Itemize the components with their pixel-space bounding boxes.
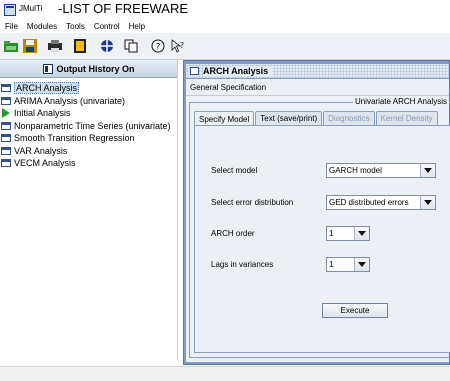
error-distribution-dropdown[interactable]: GED distributed errors	[326, 195, 436, 210]
history-item-arch[interactable]: ARCH Analysis	[0, 82, 177, 95]
window-icon	[1, 146, 11, 155]
chevron-down-icon	[420, 196, 435, 209]
menu-file[interactable]: File	[5, 22, 18, 31]
window-title-bar[interactable]: ARCH Analysis	[186, 64, 449, 78]
window-icon	[1, 121, 11, 130]
window-title: ARCH Analysis	[203, 66, 273, 76]
window-icon	[190, 67, 199, 75]
svg-text:?: ?	[156, 43, 161, 53]
history-item-label: ARCH Analysis	[14, 82, 80, 95]
toolbar: ? ?	[0, 33, 450, 60]
window-icon	[1, 134, 11, 143]
output-history-title: Output History On	[56, 63, 135, 74]
chevron-down-icon	[354, 227, 369, 240]
arch-order-value: 1	[329, 229, 334, 238]
help-icon[interactable]: ?	[150, 38, 166, 54]
history-item-label: ARIMA Analysis (univariate)	[14, 95, 126, 106]
history-item-label: Smooth Transition Regression	[14, 133, 135, 144]
window-icon	[1, 84, 11, 93]
tab-text-save-print[interactable]: Text (save/print)	[255, 111, 323, 125]
window-body: General Specification Univariate ARCH An…	[186, 79, 450, 362]
execute-button[interactable]: Execute	[322, 303, 388, 318]
tab-kernel-density[interactable]: Kernel Density	[375, 111, 438, 125]
select-model-label: Select model	[211, 166, 258, 175]
history-item-nonparametric[interactable]: Nonparametric Time Series (univariate)	[0, 120, 177, 133]
history-item-label: Nonparametric Time Series (univariate)	[14, 120, 171, 131]
history-item-label: VECM Analysis	[14, 158, 76, 169]
lags-in-variances-label: Lags in variances	[211, 260, 274, 269]
menu-tools[interactable]: Tools	[66, 22, 85, 31]
history-item-vecm[interactable]: VECM Analysis	[0, 157, 177, 170]
status-strip	[0, 366, 450, 381]
error-distribution-label: Select error distribution	[211, 198, 294, 207]
menu-modules[interactable]: Modules	[27, 22, 57, 31]
divider	[186, 95, 449, 96]
history-item-str[interactable]: Smooth Transition Regression	[0, 132, 177, 145]
svg-text:?: ?	[180, 41, 184, 50]
play-icon	[2, 108, 10, 119]
error-distribution-value: GED distributed errors	[329, 198, 409, 207]
context-help-icon[interactable]: ?	[170, 38, 186, 54]
history-item-initial[interactable]: Initial Analysis	[0, 107, 177, 120]
history-item-arima[interactable]: ARIMA Analysis (univariate)	[0, 95, 177, 108]
arch-order-label: ARCH order	[211, 229, 255, 238]
window-icon	[1, 159, 11, 168]
open-folder-icon[interactable]	[3, 38, 19, 54]
clear-icon[interactable]	[72, 38, 88, 54]
globe-icon[interactable]	[99, 38, 115, 54]
history-item-label: VAR Analysis	[14, 145, 68, 156]
app-name: JMulTi	[19, 4, 43, 13]
menu-bar: File Modules Tools Control Help	[0, 19, 450, 33]
output-history-panel: Output History On ARCH Analysis ARIMA An…	[0, 60, 178, 360]
tab-diagnostics[interactable]: Diagnostics	[323, 111, 375, 125]
general-specification-label: General Specification	[190, 83, 267, 92]
arch-order-dropdown[interactable]: 1	[326, 226, 370, 241]
caption-bar: JMulTi -LIST OF FREEWARE	[0, 0, 450, 19]
lags-in-variances-value: 1	[329, 260, 334, 269]
tab-bar: Specify Model Text (save/print) Diagnost…	[194, 111, 439, 126]
menu-help[interactable]: Help	[129, 22, 145, 31]
menu-control[interactable]: Control	[94, 22, 120, 31]
arch-analysis-window: ARCH Analysis General Specification Univ…	[183, 60, 450, 365]
tab-specify-model[interactable]: Specify Model	[194, 111, 255, 126]
app-window-icon	[4, 4, 16, 16]
history-item-var[interactable]: VAR Analysis	[0, 145, 177, 158]
lags-in-variances-dropdown[interactable]: 1	[326, 257, 370, 272]
output-history-header[interactable]: Output History On	[0, 60, 177, 78]
chevron-down-icon	[420, 164, 435, 177]
history-item-label: Initial Analysis	[14, 108, 71, 119]
chevron-down-icon	[354, 258, 369, 271]
history-toggle-icon	[42, 63, 53, 74]
copy-icon[interactable]	[123, 38, 139, 54]
specify-model-panel: Select model GARCH model Select error di…	[194, 125, 450, 353]
window-icon	[1, 96, 11, 105]
group-title: Univariate ARCH Analysis	[352, 97, 449, 106]
save-icon[interactable]	[22, 38, 38, 54]
print-icon[interactable]	[47, 38, 63, 54]
caption-title: -LIST OF FREEWARE	[58, 1, 189, 16]
history-list: ARCH Analysis ARIMA Analysis (univariate…	[0, 82, 177, 170]
select-model-value: GARCH model	[329, 166, 382, 175]
select-model-dropdown[interactable]: GARCH model	[326, 163, 436, 178]
